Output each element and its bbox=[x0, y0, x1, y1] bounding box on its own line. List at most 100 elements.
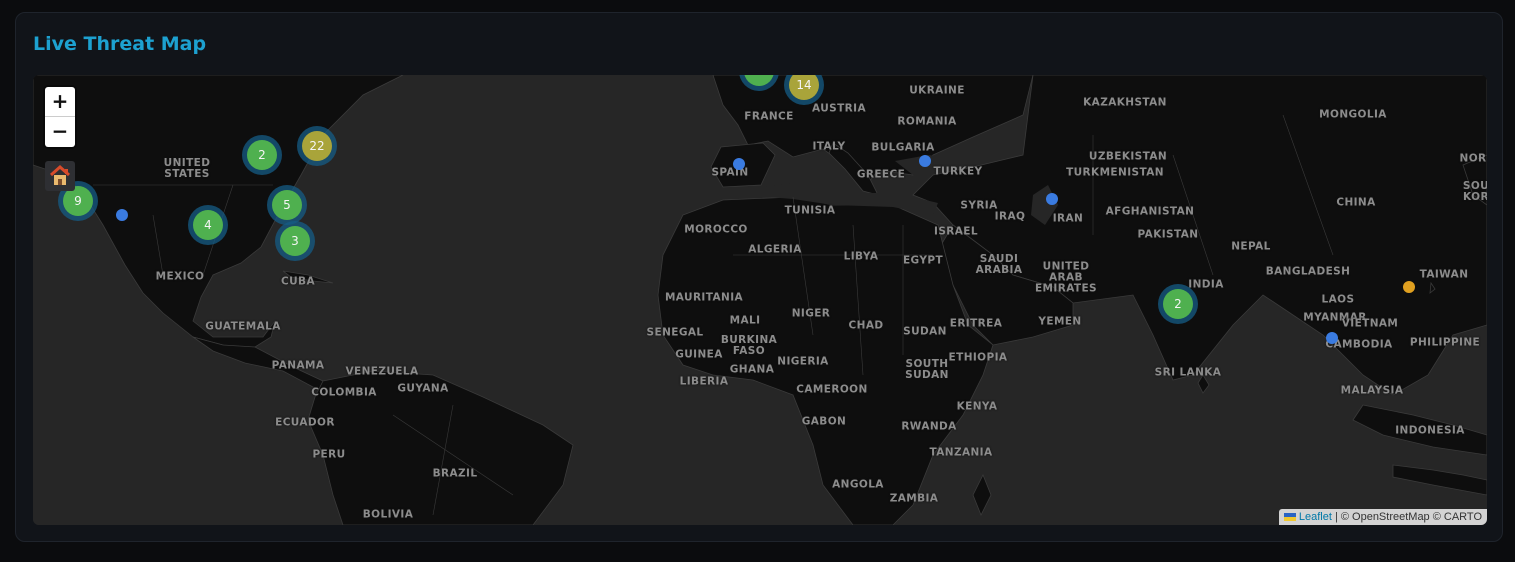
country-label: INDIA bbox=[1188, 278, 1224, 291]
home-view-button[interactable] bbox=[45, 161, 75, 191]
cluster-count: 22 bbox=[302, 131, 332, 161]
cluster-count: 2 bbox=[1163, 289, 1193, 319]
zoom-in-button[interactable]: + bbox=[45, 87, 75, 117]
country-label: IRAN bbox=[1052, 212, 1084, 225]
country-label: PHILIPPINE bbox=[1409, 336, 1481, 349]
country-label: MAURITANIA bbox=[664, 291, 744, 304]
threat-cluster[interactable]: 2 bbox=[1158, 284, 1198, 324]
threat-cluster[interactable]: 2 bbox=[242, 135, 282, 175]
threat-cluster[interactable]: 4 bbox=[188, 205, 228, 245]
country-label: ROMANIA bbox=[897, 115, 957, 128]
country-label: BANGLADESH bbox=[1265, 265, 1351, 278]
country-label: PANAMA bbox=[271, 359, 325, 372]
threat-point[interactable] bbox=[1326, 332, 1338, 344]
leaflet-link[interactable]: Leaflet bbox=[1299, 511, 1332, 523]
country-label: INDONESIA bbox=[1395, 424, 1465, 437]
attribution-text: | © OpenStreetMap © CARTO bbox=[1331, 511, 1482, 523]
country-label: LAOS bbox=[1321, 293, 1355, 306]
country-label: VIETNAM bbox=[1341, 317, 1399, 330]
country-label: NIGER bbox=[791, 307, 831, 320]
country-label: GABON bbox=[801, 415, 847, 428]
world-map[interactable]: UKRAINE KAZAKHSTAN MONGOLIA AUSTRIA ROMANIA F… bbox=[33, 75, 1487, 525]
cluster-count: 2 bbox=[744, 75, 774, 86]
threat-point[interactable] bbox=[733, 158, 745, 170]
threat-point[interactable] bbox=[1403, 281, 1415, 293]
country-label: UZBEKISTAN bbox=[1088, 150, 1168, 163]
country-label: MALI bbox=[729, 314, 761, 327]
country-label: ITALY bbox=[812, 140, 846, 153]
ukraine-flag-icon bbox=[1283, 513, 1296, 521]
country-label: EGYPT bbox=[902, 254, 944, 267]
country-label: SYRIA bbox=[960, 199, 998, 212]
country-label: ALGERIA bbox=[748, 243, 802, 256]
country-label: CUBA bbox=[281, 275, 315, 288]
country-label: SUDAN bbox=[903, 325, 947, 338]
country-label: AFGHANISTAN bbox=[1105, 205, 1195, 218]
country-label: AUSTRIA bbox=[812, 102, 866, 115]
country-label: ZAMBIA bbox=[889, 492, 939, 505]
cluster-count: 4 bbox=[193, 210, 223, 240]
threat-point[interactable] bbox=[919, 155, 931, 167]
country-label: NEPAL bbox=[1231, 240, 1271, 253]
country-label: KENYA bbox=[956, 400, 998, 413]
country-label: MALAYSIA bbox=[1340, 384, 1404, 397]
country-label: TURKMENISTAN bbox=[1066, 166, 1164, 179]
zoom-out-button[interactable]: − bbox=[45, 117, 75, 147]
country-label: LIBYA bbox=[843, 250, 879, 263]
cluster-count: 5 bbox=[272, 190, 302, 220]
country-label: FRANCE bbox=[744, 110, 794, 123]
country-label: SOUTH SUDAN bbox=[905, 358, 949, 381]
panel-title: Live Threat Map bbox=[33, 33, 207, 55]
country-label: UNITED STATES bbox=[163, 157, 211, 180]
country-label: ECUADOR bbox=[275, 416, 335, 429]
country-label: NOR bbox=[1459, 152, 1487, 165]
country-label: GHANA bbox=[729, 363, 775, 376]
country-label: MONGOLIA bbox=[1319, 108, 1387, 121]
threat-map-panel: Live Threat Map UKRAINE KAZAKHSTAN MONGO… bbox=[15, 12, 1503, 542]
country-label: CHAD bbox=[848, 319, 884, 332]
threat-cluster[interactable]: 3 bbox=[275, 221, 315, 261]
country-label: COLOMBIA bbox=[311, 386, 377, 399]
country-label: ERITREA bbox=[949, 317, 1003, 330]
country-label: CHINA bbox=[1336, 196, 1376, 209]
country-label: SRI LANKA bbox=[1154, 366, 1222, 379]
country-label: SAUDI ARABIA bbox=[975, 253, 1023, 276]
country-label: GUYANA bbox=[397, 382, 449, 395]
cluster-count: 2 bbox=[247, 140, 277, 170]
country-label: LIBERIA bbox=[679, 375, 729, 388]
country-label: BULGARIA bbox=[871, 141, 935, 154]
country-label: SOU KOR bbox=[1462, 180, 1487, 203]
country-label: SENEGAL bbox=[646, 326, 704, 339]
country-label: TANZANIA bbox=[929, 446, 993, 459]
country-label: PAKISTAN bbox=[1137, 228, 1199, 241]
country-label: VENEZUELA bbox=[345, 365, 419, 378]
country-label: TURKEY bbox=[933, 165, 983, 178]
country-label: NIGERIA bbox=[777, 355, 829, 368]
country-label: TUNISIA bbox=[784, 204, 836, 217]
country-label: SPAIN bbox=[711, 166, 749, 179]
country-label: BRAZIL bbox=[432, 467, 478, 480]
country-label: IRAQ bbox=[994, 210, 1026, 223]
country-label: UNITED ARAB EMIRATES bbox=[1034, 260, 1098, 295]
country-label: RWANDA bbox=[901, 420, 957, 433]
country-label: GUATEMALA bbox=[205, 320, 281, 333]
threat-cluster[interactable]: 5 bbox=[267, 185, 307, 225]
country-label: YEMEN bbox=[1038, 315, 1082, 328]
country-label: ETHIOPIA bbox=[948, 351, 1008, 364]
country-label: ISRAEL bbox=[934, 225, 978, 238]
country-label: UKRAINE bbox=[909, 84, 965, 97]
zoom-control: + − bbox=[45, 87, 75, 147]
country-label: MEXICO bbox=[155, 270, 205, 283]
country-label: GREECE bbox=[856, 168, 906, 181]
cluster-count: 3 bbox=[280, 226, 310, 256]
country-label: KAZAKHSTAN bbox=[1083, 96, 1167, 109]
threat-cluster[interactable]: 22 bbox=[297, 126, 337, 166]
country-label: ANGOLA bbox=[832, 478, 884, 491]
country-label: CAMEROON bbox=[796, 383, 868, 396]
country-label: PERU bbox=[312, 448, 346, 461]
threat-point[interactable] bbox=[1046, 193, 1058, 205]
cluster-count: 14 bbox=[789, 75, 819, 100]
country-label: BOLIVIA bbox=[362, 508, 414, 521]
threat-point[interactable] bbox=[116, 209, 128, 221]
map-attribution: Leaflet | © OpenStreetMap © CARTO bbox=[1278, 509, 1487, 525]
